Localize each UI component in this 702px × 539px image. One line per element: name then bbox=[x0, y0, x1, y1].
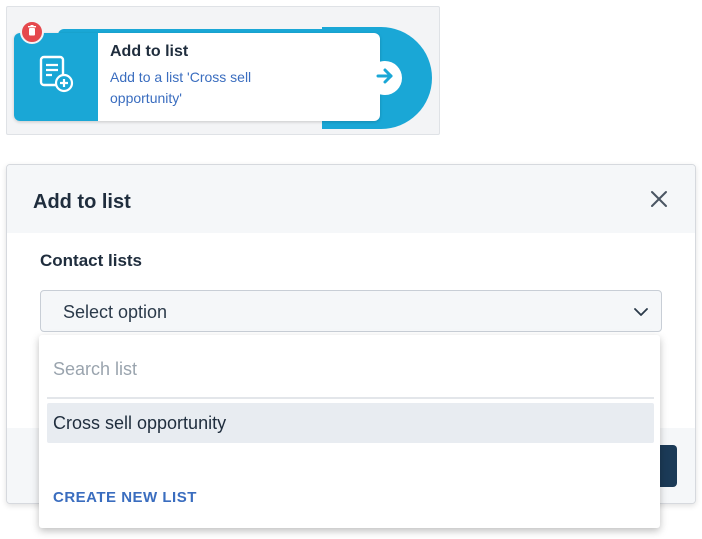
modal-close-button[interactable] bbox=[647, 189, 671, 213]
node-title: Add to list bbox=[110, 43, 189, 60]
contact-lists-select[interactable]: Select option bbox=[40, 290, 662, 332]
arrow-right-icon bbox=[373, 64, 397, 93]
select-value: Select option bbox=[63, 302, 168, 322]
search-list-input[interactable]: Search list bbox=[53, 359, 137, 380]
contact-lists-dropdown: Search list Cross sell opportunity CREAT… bbox=[39, 335, 660, 528]
chevron-down-icon bbox=[633, 304, 649, 320]
add-to-list-icon bbox=[36, 53, 76, 102]
dropdown-divider bbox=[47, 397, 654, 399]
node-delete-button[interactable] bbox=[20, 20, 44, 44]
node-next-button[interactable] bbox=[368, 61, 402, 95]
add-to-list-node[interactable]: Add to list Add to a list 'Cross sell op… bbox=[14, 33, 380, 121]
modal-title: Add to list bbox=[33, 191, 131, 213]
list-option[interactable]: Cross sell opportunity bbox=[47, 403, 654, 443]
node-icon-box bbox=[14, 33, 98, 121]
trash-icon bbox=[27, 23, 37, 41]
modal-header: Add to list bbox=[7, 165, 695, 233]
contact-lists-label: Contact lists bbox=[40, 251, 143, 270]
node-description: Add to a list 'Cross sell opportunity' bbox=[110, 69, 252, 106]
list-option-label: Cross sell opportunity bbox=[53, 413, 227, 433]
create-new-list-link[interactable]: CREATE NEW LIST bbox=[53, 489, 197, 506]
close-icon bbox=[650, 190, 668, 213]
